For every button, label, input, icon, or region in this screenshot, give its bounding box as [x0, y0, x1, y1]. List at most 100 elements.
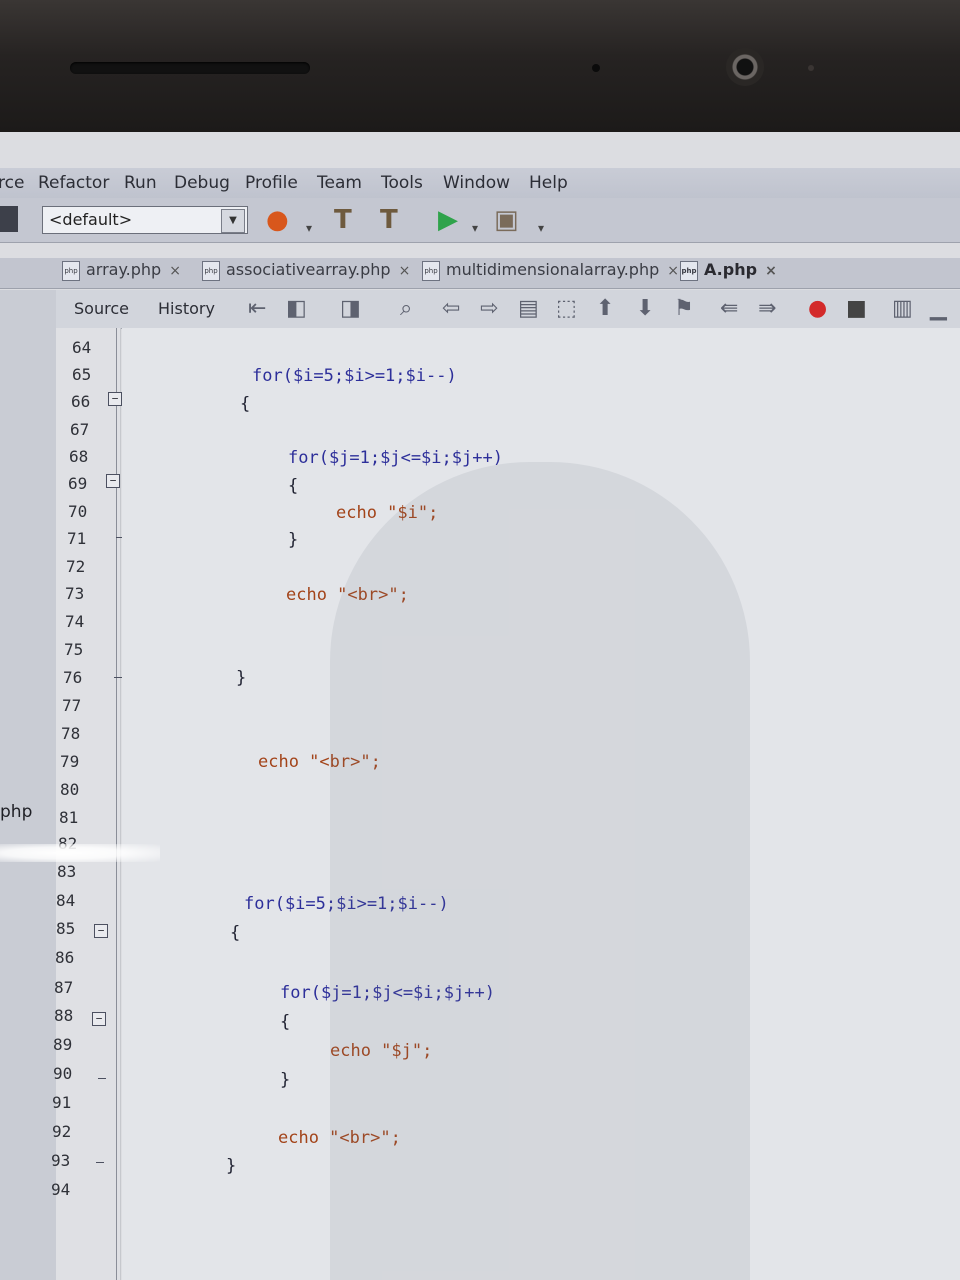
speaker-grille	[70, 62, 310, 74]
shift-right-icon[interactable]: ⇛	[758, 296, 776, 322]
php-file-icon: php	[680, 260, 698, 281]
close-icon[interactable]: ×	[399, 263, 411, 279]
line-number: 77	[62, 696, 82, 715]
close-icon[interactable]: ×	[667, 263, 679, 279]
line-number: 75	[64, 640, 84, 659]
tab-label: associativearray.php	[226, 260, 391, 279]
shift-left-icon[interactable]: ⇚	[720, 296, 738, 322]
history-button[interactable]: History	[158, 299, 215, 318]
line-number: 74	[65, 612, 85, 631]
fold-collapse-icon[interactable]: −	[108, 392, 122, 406]
line-number: 94	[51, 1180, 71, 1199]
screen-glare	[0, 844, 160, 862]
find-previous-icon[interactable]: ⇦	[442, 296, 460, 322]
line-number: 79	[60, 752, 80, 771]
code-line[interactable]: {	[230, 923, 240, 943]
find-next-icon[interactable]: ⇨	[480, 296, 498, 322]
chevron-down-icon[interactable]: ▼	[221, 209, 245, 233]
code-line[interactable]: for($j=1;$j<=$i;$j++)	[280, 983, 495, 1003]
code-line[interactable]: echo "<br>";	[278, 1128, 401, 1148]
code-line[interactable]: echo "$j";	[330, 1041, 432, 1061]
menu-run[interactable]: Run	[124, 173, 157, 193]
line-number: 86	[55, 948, 75, 967]
fold-end-marker	[98, 1078, 106, 1079]
config-select[interactable]: <default> ▼	[42, 206, 248, 234]
record-macro-icon[interactable]: ●	[808, 296, 827, 322]
tab-multidimensionalarray-php[interactable]: php multidimensionalarray.php ×	[422, 260, 679, 286]
code-line[interactable]: for($i=5;$i>=1;$i--)	[252, 366, 457, 386]
menu-team[interactable]: Team	[317, 173, 362, 193]
line-number: 65	[72, 365, 92, 384]
line-number: 76	[63, 668, 83, 687]
line-number: 93	[51, 1151, 71, 1170]
tab-label: array.php	[86, 260, 162, 279]
run-dropdown-icon[interactable]: ▾	[472, 214, 478, 242]
uncomment-icon[interactable]: ▁	[930, 296, 947, 322]
find-icon[interactable]: ⌕	[400, 296, 412, 322]
debug-icon[interactable]: ▣	[494, 206, 519, 234]
code-line[interactable]: echo "<br>";	[286, 585, 409, 605]
toolbar-handle	[0, 206, 18, 232]
fold-collapse-icon[interactable]: −	[92, 1012, 106, 1026]
fold-collapse-icon[interactable]: −	[94, 924, 108, 938]
fold-end-marker	[96, 1162, 104, 1163]
clean-build-icon[interactable]: T	[334, 206, 352, 234]
tab-array-php[interactable]: php array.php ×	[62, 260, 181, 286]
close-icon[interactable]: ×	[169, 263, 181, 279]
line-number: 68	[69, 447, 89, 466]
code-line[interactable]: for($i=5;$i>=1;$i--)	[244, 894, 449, 914]
menu-debug[interactable]: Debug	[174, 173, 230, 193]
back-icon[interactable]: ◧	[286, 296, 307, 322]
source-button[interactable]: Source	[74, 299, 129, 318]
line-number: 81	[59, 808, 79, 827]
toggle-highlight-icon[interactable]: ▤	[518, 296, 539, 322]
debug-dropdown-icon[interactable]: ▾	[538, 214, 544, 242]
ide-screen: rce Refactor Run Debug Profile Team Tool…	[0, 132, 960, 1280]
menu-tools[interactable]: Tools	[381, 173, 423, 193]
tab-a-php[interactable]: php A.php ×	[680, 260, 777, 286]
build-icon[interactable]: T	[380, 206, 398, 234]
code-line[interactable]: }	[226, 1156, 236, 1176]
menu-source[interactable]: rce	[0, 173, 24, 193]
code-line[interactable]: echo "<br>";	[258, 752, 381, 772]
menu-bar: rce Refactor Run Debug Profile Team Tool…	[0, 168, 960, 199]
line-number: 66	[71, 392, 91, 411]
line-number: 83	[57, 862, 77, 881]
fold-collapse-icon[interactable]: −	[106, 474, 120, 488]
stop-macro-icon[interactable]: ■	[846, 296, 867, 322]
laptop-bezel	[0, 0, 960, 140]
menu-window[interactable]: Window	[443, 173, 510, 193]
code-line[interactable]: {	[240, 394, 250, 414]
code-line[interactable]: }	[288, 530, 298, 550]
previous-bookmark-icon[interactable]: ⬆	[596, 296, 614, 322]
line-number: 84	[56, 891, 76, 910]
code-editor[interactable]	[122, 328, 960, 1280]
code-line[interactable]: }	[280, 1070, 290, 1090]
browser-icon[interactable]: ●	[266, 206, 289, 234]
toggle-bookmark-icon[interactable]: ⚑	[674, 296, 694, 322]
menu-profile[interactable]: Profile	[245, 173, 298, 193]
line-number: 92	[52, 1122, 72, 1141]
last-edit-icon[interactable]: ⇤	[248, 296, 266, 322]
line-number: 89	[53, 1035, 73, 1054]
panel-label[interactable]: php	[0, 802, 32, 822]
menu-refactor[interactable]: Refactor	[38, 173, 109, 193]
menu-help[interactable]: Help	[529, 173, 568, 193]
close-icon[interactable]: ×	[765, 263, 777, 279]
code-line[interactable]: for($j=1;$j<=$i;$j++)	[288, 448, 503, 468]
code-line[interactable]: echo "$i";	[336, 503, 438, 523]
forward-icon[interactable]: ◨	[340, 296, 361, 322]
config-value: <default>	[49, 210, 133, 229]
dropdown-icon[interactable]: ▾	[306, 214, 312, 242]
run-icon[interactable]: ▶	[438, 206, 458, 234]
code-line[interactable]: }	[236, 668, 246, 688]
code-line[interactable]: {	[280, 1012, 290, 1032]
toggle-rect-select-icon[interactable]: ⬚	[556, 296, 577, 322]
next-bookmark-icon[interactable]: ⬇	[636, 296, 654, 322]
line-number: 87	[54, 978, 74, 997]
tab-associativearray-php[interactable]: php associativearray.php ×	[202, 260, 410, 286]
ambient-sensor	[592, 64, 600, 72]
line-number: 70	[68, 502, 88, 521]
code-line[interactable]: {	[288, 476, 298, 496]
comment-icon[interactable]: ▥	[892, 296, 913, 322]
